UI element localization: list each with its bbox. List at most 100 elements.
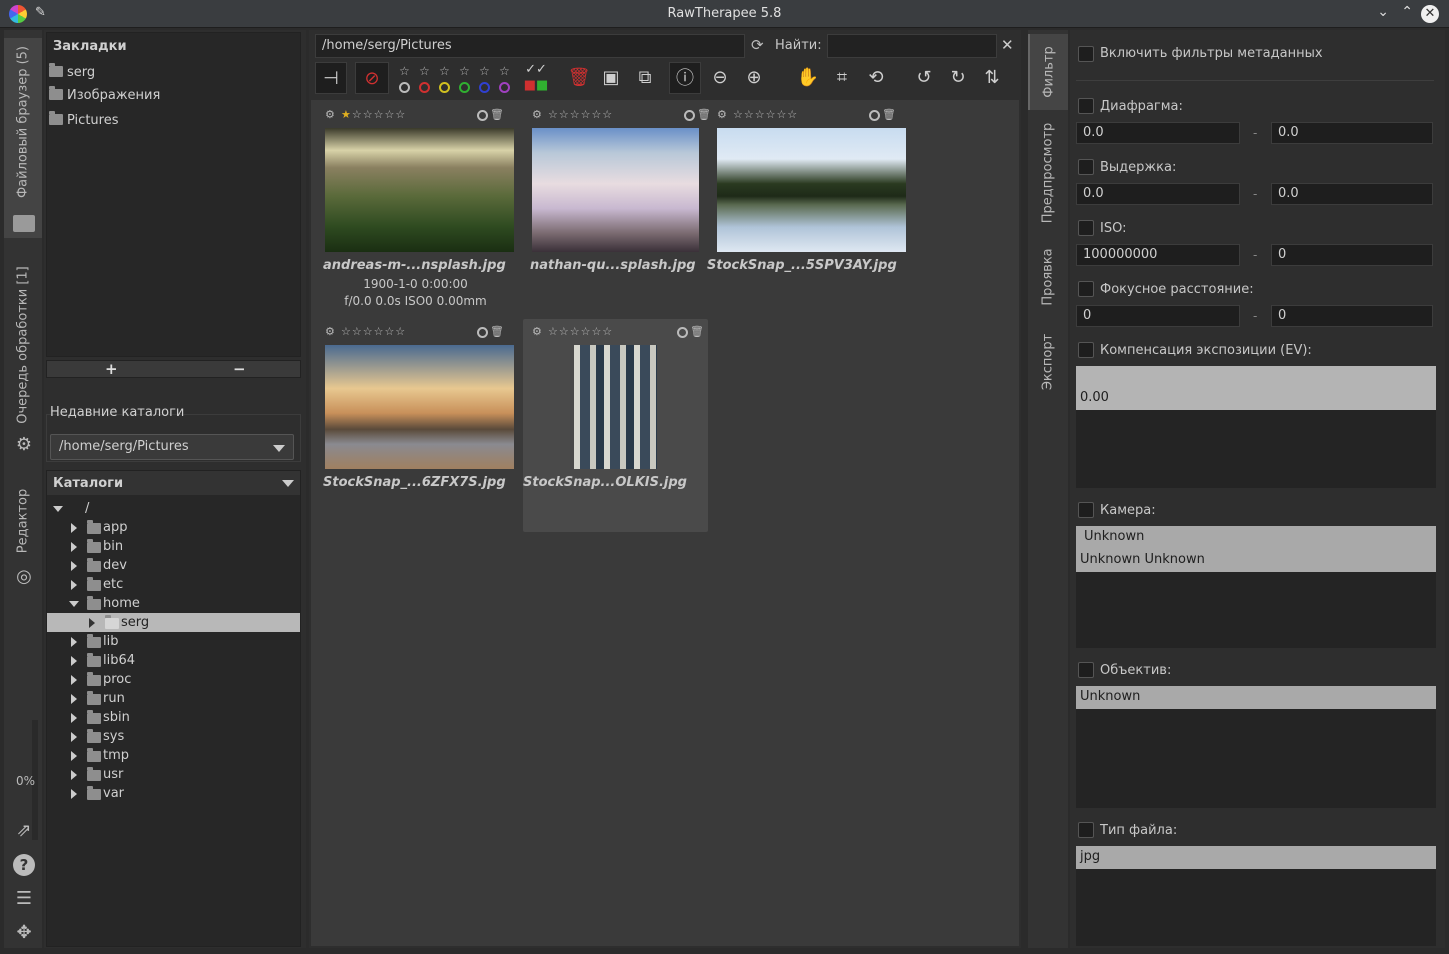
lens-list-item[interactable]: Unknown: [1076, 686, 1436, 709]
rating-stars[interactable]: ☆☆☆☆☆☆: [341, 325, 406, 338]
close-window-icon[interactable]: ✕: [1421, 5, 1439, 23]
color-label-red-icon[interactable]: [419, 82, 430, 93]
thumbnail-selected[interactable]: ⚙ ☆☆☆☆☆☆ 🗑 StockSnap...OLKIS.jpg: [523, 319, 708, 532]
tree-row[interactable]: app: [47, 518, 300, 537]
bookmark-item[interactable]: Изображения: [49, 86, 160, 106]
tab-preview[interactable]: Предпросмотр: [1028, 114, 1068, 232]
help-icon[interactable]: ?: [13, 854, 35, 876]
tab-file-browser[interactable]: Файловый браузер (5): [4, 38, 42, 238]
star-filter-icon[interactable]: ☆: [439, 64, 450, 78]
aperture-checkbox[interactable]: [1078, 98, 1094, 114]
refresh-icon[interactable]: ⟳: [751, 36, 764, 54]
tree-row[interactable]: lib64: [47, 651, 300, 670]
lens-checkbox[interactable]: [1078, 662, 1094, 678]
bookmark-item[interactable]: serg: [49, 63, 95, 83]
tree-row-selected[interactable]: serg: [47, 613, 300, 632]
thumbnail[interactable]: ⚙ ★☆☆☆☆☆ 🗑 andreas-m-...nsplash.jpg 1900…: [323, 108, 514, 308]
thumbnail[interactable]: ⚙ ☆☆☆☆☆☆ 🗑 nathan-qu...splash.jpg: [530, 108, 715, 308]
ev-list-item[interactable]: 0.00: [1076, 366, 1436, 410]
ev-checkbox[interactable]: [1078, 342, 1094, 358]
remove-bookmark-button[interactable]: −: [233, 360, 246, 378]
ev-list[interactable]: 0.00: [1076, 366, 1436, 488]
star-filter-icon[interactable]: ☆: [459, 64, 470, 78]
thumbnail[interactable]: ⚙ ☆☆☆☆☆☆ 🗑 StockSnap_...5SPV3AY.jpg: [707, 108, 906, 308]
trash-filter-icon[interactable]: 🗑: [565, 62, 593, 94]
bookmark-item[interactable]: Pictures: [49, 111, 118, 131]
gear-icon[interactable]: ⚙: [717, 108, 727, 121]
gear-icon[interactable]: ⚙: [325, 325, 335, 338]
add-bookmark-button[interactable]: +: [105, 360, 118, 378]
tree-row[interactable]: bin: [47, 537, 300, 556]
tree-row[interactable]: proc: [47, 670, 300, 689]
tree-row[interactable]: lib: [47, 632, 300, 651]
color-label-green-icon[interactable]: [459, 82, 470, 93]
tree-row[interactable]: sbin: [47, 708, 300, 727]
color-label-icon[interactable]: [677, 327, 688, 338]
crop-icon[interactable]: ⌗: [827, 62, 857, 94]
rating-stars[interactable]: ★☆☆☆☆☆: [341, 108, 406, 121]
rating-stars[interactable]: ☆☆☆☆☆☆: [733, 108, 798, 121]
iso-checkbox[interactable]: [1078, 220, 1094, 236]
trash-icon[interactable]: 🗑: [690, 325, 704, 338]
star-filter-icon[interactable]: ☆: [419, 64, 430, 78]
tree-row-root[interactable]: /: [47, 499, 300, 518]
clear-search-icon[interactable]: ✕: [1001, 36, 1014, 54]
aperture-to-field[interactable]: 0.0: [1271, 122, 1433, 144]
aperture-from-field[interactable]: 0.0: [1076, 122, 1240, 144]
tab-export[interactable]: Экспорт: [1028, 322, 1068, 402]
edited-filter-icon[interactable]: ✓✓ ■■: [521, 62, 551, 94]
zoom-in-icon[interactable]: ⊕: [739, 62, 769, 94]
gear-icon[interactable]: ⚙: [325, 108, 335, 121]
color-label-icon[interactable]: [477, 327, 488, 338]
star-filter-icon[interactable]: ☆: [479, 64, 490, 78]
tree-row[interactable]: run: [47, 689, 300, 708]
fullscreen-icon[interactable]: ✥: [13, 922, 35, 944]
tree-row[interactable]: tmp: [47, 746, 300, 765]
star-filter-icon[interactable]: ☆: [399, 64, 410, 78]
maximize-icon[interactable]: ⌃: [1401, 4, 1413, 20]
camera-list-item[interactable]: Unknown: [1076, 526, 1436, 549]
enable-meta-filter-checkbox[interactable]: [1078, 46, 1094, 62]
copy-icon[interactable]: ⧉: [631, 62, 659, 94]
color-label-none-icon[interactable]: [399, 82, 410, 93]
star-filter-icon[interactable]: ☆: [499, 64, 510, 78]
color-label-blue-icon[interactable]: [479, 82, 490, 93]
catalogs-header[interactable]: Каталоги: [47, 471, 300, 495]
hand-tool-icon[interactable]: ✋: [793, 62, 823, 94]
straighten-icon[interactable]: ⟲: [861, 62, 891, 94]
minimize-icon[interactable]: ⌄: [1377, 4, 1389, 20]
tab-filter[interactable]: Фильтр: [1028, 34, 1068, 110]
path-field[interactable]: /home/serg/Pictures: [315, 34, 745, 58]
gear-icon[interactable]: ⚙: [532, 325, 542, 338]
tree-row[interactable]: etc: [47, 575, 300, 594]
flip-icon[interactable]: ⇅: [977, 62, 1007, 94]
tree-row[interactable]: var: [47, 784, 300, 803]
filetype-checkbox[interactable]: [1078, 822, 1094, 838]
camera-list-item[interactable]: Unknown Unknown: [1076, 549, 1436, 572]
trash-icon[interactable]: 🗑: [490, 108, 504, 121]
lens-list[interactable]: Unknown: [1076, 686, 1436, 808]
zoom-out-icon[interactable]: ⊖: [705, 62, 735, 94]
tree-row[interactable]: usr: [47, 765, 300, 784]
filetype-list[interactable]: jpg: [1076, 846, 1436, 946]
focal-to-field[interactable]: 0: [1271, 305, 1433, 327]
iso-from-field[interactable]: 100000000: [1076, 244, 1240, 266]
rating-stars[interactable]: ☆☆☆☆☆☆: [548, 108, 613, 121]
toggle-left-panel-icon[interactable]: ⊣: [315, 62, 347, 94]
tab-queue[interactable]: Очередь обработки [1]: [4, 245, 42, 445]
recent-dirs-select[interactable]: /home/serg/Pictures: [50, 434, 294, 460]
preferences-icon[interactable]: ☰: [13, 888, 35, 910]
shutter-to-field[interactable]: 0.0: [1271, 183, 1433, 205]
focal-from-field[interactable]: 0: [1076, 305, 1240, 327]
gear-icon[interactable]: ⚙: [532, 108, 542, 121]
gears-icon[interactable]: ⚙: [13, 434, 35, 456]
color-label-yellow-icon[interactable]: [439, 82, 450, 93]
aperture-icon[interactable]: ◎: [13, 566, 35, 588]
camera-list[interactable]: Unknown Unknown Unknown: [1076, 526, 1436, 648]
trash-icon[interactable]: 🗑: [697, 108, 711, 121]
shutter-checkbox[interactable]: [1078, 159, 1094, 175]
find-input[interactable]: [827, 34, 997, 58]
queue-filter-icon[interactable]: ▣: [597, 62, 625, 94]
tab-develop[interactable]: Проявка: [1028, 236, 1068, 318]
rating-stars[interactable]: ☆☆☆☆☆☆: [548, 325, 613, 338]
